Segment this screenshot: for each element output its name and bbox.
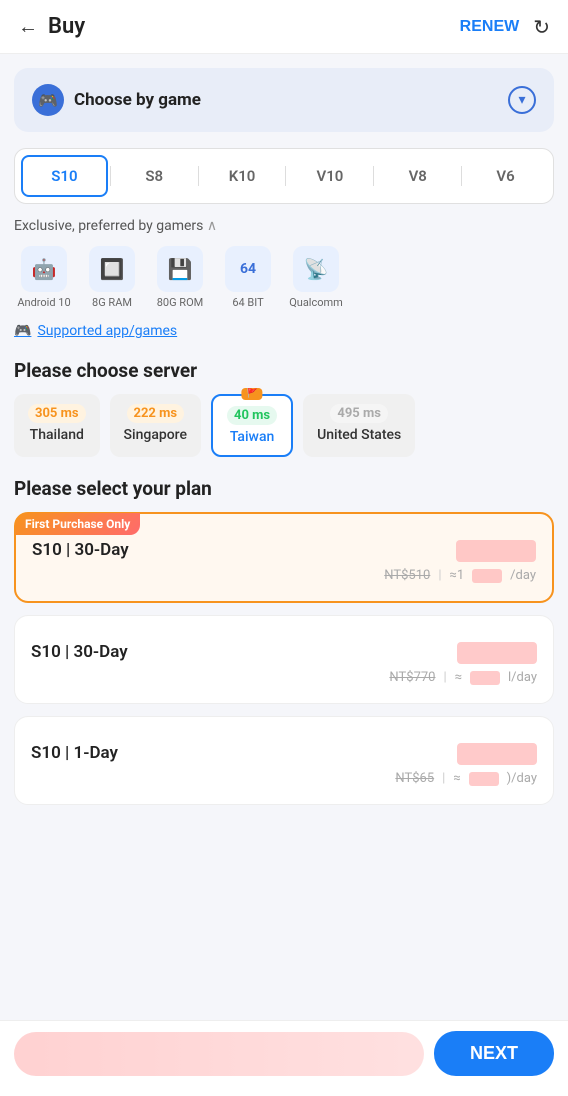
plan-3-top: S10 | 1-Day: [31, 743, 537, 765]
server-row: 305 ms Thailand 222 ms Singapore 🚩 40 ms…: [14, 394, 554, 457]
page-title: Buy: [48, 14, 85, 39]
spec-ram: 🔲 8G RAM: [82, 246, 142, 309]
tab-v8[interactable]: V8: [376, 157, 459, 195]
plan-3-approx: ≈: [453, 771, 460, 786]
refresh-icon[interactable]: ↻: [533, 15, 550, 39]
server-section-title: Please choose server: [14, 359, 554, 382]
specs-row: 🤖 Android 10 🔲 8G RAM 💾 80G ROM 64 64 BI…: [14, 246, 554, 309]
back-button[interactable]: ←: [18, 14, 38, 39]
spec-rom-label: 80G ROM: [157, 296, 204, 309]
bottom-price-blurred: [14, 1032, 424, 1076]
taiwan-ping: 40 ms: [227, 406, 277, 425]
singapore-ping: 222 ms: [127, 404, 185, 423]
tab-divider-3: [285, 166, 286, 186]
plan-2-bottom: NT$770 | ≈ l/day: [31, 670, 537, 685]
plan-3-original-price: NT$65: [395, 771, 434, 786]
plan-1-approx: ≈1: [450, 568, 465, 583]
supported-link-text[interactable]: Supported app/games: [37, 323, 177, 339]
plan-1-price-blurred: [456, 540, 536, 562]
plan-2-top: S10 | 30-Day: [31, 642, 537, 664]
plan-1-bottom: NT$510 | ≈1 /day: [32, 568, 536, 583]
plan-3-bottom: NT$65 | ≈ )/day: [31, 771, 537, 786]
tab-s8[interactable]: S8: [113, 157, 196, 195]
spec-64bit: 64 64 BIT: [218, 246, 278, 309]
spec-android-label: Android 10: [17, 296, 70, 309]
plan-2-original-price: NT$770: [389, 670, 435, 685]
tab-divider-5: [461, 166, 462, 186]
plan-card-2[interactable]: S10 | 30-Day NT$770 | ≈ l/day: [14, 615, 554, 704]
server-us[interactable]: 495 ms United States: [303, 394, 415, 457]
spec-android: 🤖 Android 10: [14, 246, 74, 309]
tab-v10[interactable]: V10: [288, 157, 371, 195]
header-right: RENEW ↻: [460, 15, 550, 39]
taiwan-badge: 🚩: [241, 388, 262, 400]
choose-game-card[interactable]: 🎮 Choose by game ▾: [14, 68, 554, 132]
renew-button[interactable]: RENEW: [460, 18, 520, 36]
plan-1-per-day-text: /day: [510, 568, 536, 583]
gamepad-icon: 🎮: [14, 323, 31, 339]
spec-qualcomm: 📡 Qualcomm: [286, 246, 346, 309]
plan-3-per-day-blurred: [469, 772, 499, 786]
supported-link[interactable]: 🎮 Supported app/games: [14, 323, 554, 339]
first-purchase-badge: First Purchase Only: [15, 513, 140, 535]
plan-tabs: S10 S8 K10 V10 V8 V6: [14, 148, 554, 204]
android-icon: 🤖: [21, 246, 67, 292]
plan-card-3[interactable]: S10 | 1-Day NT$65 | ≈ )/day: [14, 716, 554, 805]
plan-2-price-blurred: [457, 642, 537, 664]
plan-section-title: Please select your plan: [14, 477, 554, 500]
plan-1-per-day-blurred: [472, 569, 502, 583]
plan-2-per-day-blurred: [470, 671, 500, 685]
plan-card-1[interactable]: First Purchase Only S10 | 30-Day NT$510 …: [14, 512, 554, 603]
tab-v6[interactable]: V6: [464, 157, 547, 195]
plan-2-name: S10 | 30-Day: [31, 642, 128, 662]
main-content: 🎮 Choose by game ▾ S10 S8 K10 V10 V8 V6 …: [0, 54, 568, 917]
bottom-bar: NEXT: [0, 1020, 568, 1096]
game-icon: 🎮: [32, 84, 64, 116]
us-name: United States: [317, 427, 401, 443]
tab-divider-4: [373, 166, 374, 186]
tab-divider-1: [110, 166, 111, 186]
spec-ram-label: 8G RAM: [92, 296, 132, 309]
header-left: ← Buy: [18, 14, 85, 39]
plan-3-name: S10 | 1-Day: [31, 743, 118, 763]
choose-game-left: 🎮 Choose by game: [32, 84, 201, 116]
chevron-down-icon[interactable]: ▾: [508, 86, 536, 114]
thailand-ping: 305 ms: [28, 404, 86, 423]
plan-3-per-day-text: )/day: [507, 771, 537, 786]
exclusive-label: Exclusive, preferred by gamers ∧: [14, 218, 554, 234]
spec-rom: 💾 80G ROM: [150, 246, 210, 309]
next-button[interactable]: NEXT: [434, 1031, 554, 1076]
64bit-icon: 64: [225, 246, 271, 292]
tab-k10[interactable]: K10: [201, 157, 284, 195]
server-taiwan[interactable]: 🚩 40 ms Taiwan: [211, 394, 293, 457]
server-thailand[interactable]: 305 ms Thailand: [14, 394, 100, 457]
spec-qualcomm-label: Qualcomm: [289, 296, 343, 309]
choose-game-label: Choose by game: [74, 90, 201, 110]
header: ← Buy RENEW ↻: [0, 0, 568, 54]
qualcomm-icon: 📡: [293, 246, 339, 292]
us-ping: 495 ms: [330, 404, 388, 423]
singapore-name: Singapore: [124, 427, 187, 443]
tab-divider-2: [198, 166, 199, 186]
server-singapore[interactable]: 222 ms Singapore: [110, 394, 201, 457]
plan-1-top: S10 | 30-Day: [32, 540, 536, 562]
ram-icon: 🔲: [89, 246, 135, 292]
spec-64bit-label: 64 BIT: [232, 296, 263, 309]
plan-1-original-price: NT$510: [384, 568, 430, 583]
plan-3-price-blurred: [457, 743, 537, 765]
tab-s10[interactable]: S10: [21, 155, 108, 197]
rom-icon: 💾: [157, 246, 203, 292]
plan-2-per-day-text: l/day: [508, 670, 537, 685]
taiwan-name: Taiwan: [230, 429, 274, 445]
plan-2-approx: ≈: [455, 670, 462, 685]
thailand-name: Thailand: [30, 427, 84, 443]
plan-1-name: S10 | 30-Day: [32, 540, 129, 560]
